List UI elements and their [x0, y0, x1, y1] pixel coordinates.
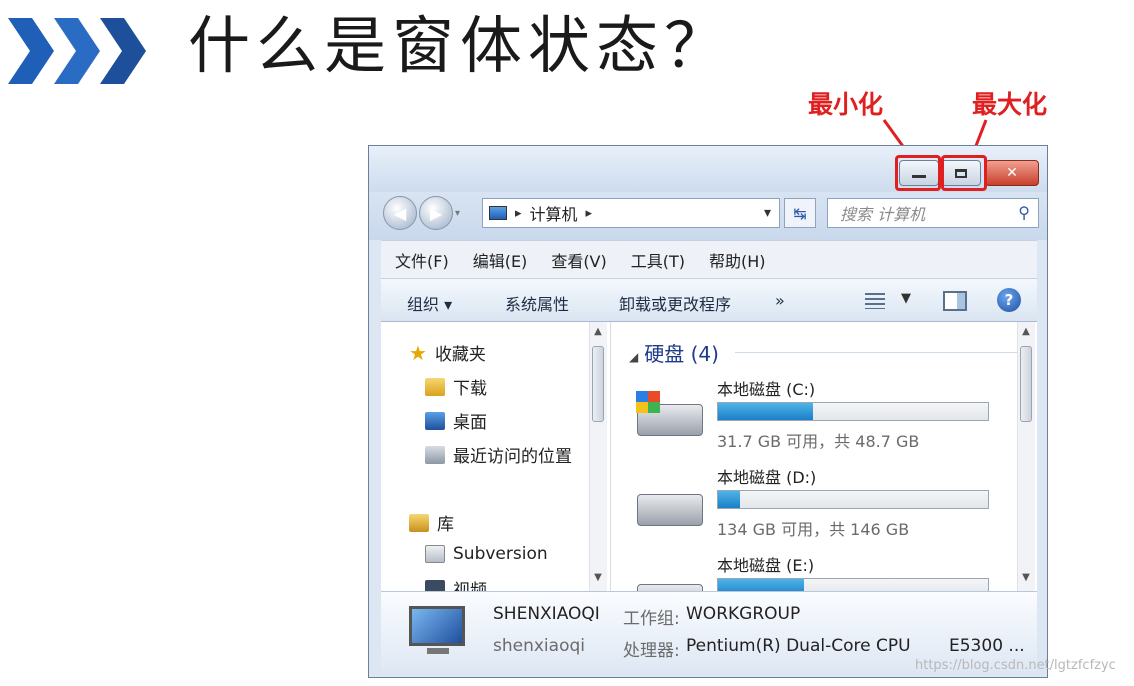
- scroll-up-icon[interactable]: ▲: [590, 326, 606, 337]
- drive-space-info: 31.7 GB 可用，共 48.7 GB: [717, 432, 920, 451]
- slide-title: 什么是窗体状态？: [188, 9, 733, 82]
- forward-button[interactable]: ▶: [419, 196, 453, 230]
- drive-usage-bar: [717, 578, 989, 591]
- uninstall-program-button[interactable]: 卸载或更改程序: [619, 291, 731, 315]
- computer-name: SHENXIAOQI: [493, 604, 600, 624]
- minimize-annotation: 最小化: [808, 90, 884, 119]
- drive-name: 本地磁盘 (C:): [717, 380, 816, 399]
- drive-usage-fill: [718, 579, 805, 591]
- drive-usage-bar: [717, 490, 989, 509]
- windows-logo-icon: [636, 391, 660, 413]
- refresh-button[interactable]: ↹: [784, 198, 816, 228]
- nav-item-subversion[interactable]: Subversion: [425, 544, 548, 564]
- search-input[interactable]: 搜索 计算机: [840, 201, 925, 225]
- more-commands-button[interactable]: »: [775, 291, 785, 310]
- monitor-stand-icon: [427, 648, 449, 654]
- processor-model: E5300 ...: [949, 636, 1025, 656]
- help-icon[interactable]: ?: [997, 288, 1021, 312]
- drive-space-info: 134 GB 可用，共 146 GB: [717, 520, 910, 539]
- drive-usage-fill: [718, 403, 813, 420]
- workgroup-value: WORKGROUP: [686, 604, 801, 624]
- nav-label: 下载: [453, 379, 487, 399]
- nav-item-videos[interactable]: 视频: [425, 576, 487, 591]
- address-bar[interactable]: ▸ 计算机 ▸ ▾: [482, 198, 780, 228]
- videos-icon: [425, 579, 445, 591]
- back-button[interactable]: ◀: [383, 196, 417, 230]
- drive-name: 本地磁盘 (E:): [717, 556, 815, 575]
- forward-arrow-icon: ▶: [429, 203, 443, 223]
- nav-label: Subversion: [453, 544, 548, 564]
- search-icon: ⚲: [1018, 203, 1030, 222]
- search-box[interactable]: 搜索 计算机 ⚲: [827, 198, 1039, 228]
- menu-edit[interactable]: 编辑(E): [473, 248, 528, 272]
- nav-item-downloads[interactable]: 下载: [425, 374, 487, 399]
- preview-pane-icon[interactable]: [943, 291, 967, 311]
- nav-label: 桌面: [453, 413, 487, 433]
- breadcrumb-computer[interactable]: 计算机: [530, 201, 578, 225]
- drive-c-icon: [636, 391, 703, 436]
- library-icon: [409, 513, 429, 532]
- menu-file[interactable]: 文件(F): [395, 248, 449, 272]
- computer-monitor-icon: [409, 606, 465, 646]
- nav-item-favorites[interactable]: ★ 收藏夹: [409, 340, 486, 366]
- close-icon: ✕: [1006, 165, 1018, 181]
- nav-label: 库: [437, 515, 454, 535]
- nav-label: 最近访问的位置: [453, 447, 572, 467]
- content-scroll-thumb[interactable]: [1020, 346, 1032, 422]
- group-header-hard-disks[interactable]: ◢ 硬盘 (4): [629, 338, 719, 367]
- drive-d-icon: [637, 494, 703, 526]
- minimize-highlight: [895, 155, 941, 191]
- organize-button[interactable]: 组织 ▾: [407, 291, 452, 315]
- downloads-folder-icon: [425, 377, 445, 396]
- drive-usage-fill: [718, 491, 740, 508]
- nav-item-libraries[interactable]: 库: [409, 510, 454, 535]
- menu-bar: 文件(F) 编辑(E) 查看(V) 工具(T) 帮助(H): [381, 240, 1037, 278]
- system-properties-button[interactable]: 系统属性: [505, 291, 569, 315]
- breadcrumb-separator-icon[interactable]: ▸: [515, 206, 522, 221]
- maximize-annotation: 最大化: [972, 90, 1048, 119]
- scroll-down-icon[interactable]: ▼: [590, 572, 606, 583]
- drive-e-icon: [637, 584, 703, 591]
- view-options-icon[interactable]: [865, 293, 885, 309]
- drive-usage-bar: [717, 402, 989, 421]
- nav-item-desktop[interactable]: 桌面: [425, 408, 487, 433]
- drive-name: 本地磁盘 (D:): [717, 468, 817, 487]
- collapse-triangle-icon: ◢: [629, 350, 639, 364]
- nav-label: 视频: [453, 581, 487, 591]
- subversion-icon: [425, 545, 445, 563]
- star-icon: ★: [409, 340, 427, 365]
- nav-item-recent[interactable]: 最近访问的位置: [425, 442, 572, 467]
- recent-pages-chevron-icon[interactable]: ▾: [455, 208, 460, 219]
- menu-view[interactable]: 查看(V): [551, 248, 606, 272]
- breadcrumb-separator-icon[interactable]: ▸: [586, 206, 593, 221]
- command-bar: 组织 ▾ 系统属性 卸载或更改程序 » ▼ ?: [381, 278, 1037, 322]
- menu-help[interactable]: 帮助(H): [709, 248, 766, 272]
- explorer-window: ✕ ◀ ▶ ▾ ▸ 计算机 ▸ ▾ ↹ 搜索 计算机 ⚲ 文件(F) 编辑(E)…: [368, 145, 1048, 678]
- back-arrow-icon: ◀: [393, 203, 407, 223]
- group-divider: [735, 352, 1017, 353]
- scroll-up-icon[interactable]: ▲: [1018, 326, 1034, 337]
- address-dropdown-icon[interactable]: ▾: [764, 205, 771, 221]
- navigation-pane: ★ 收藏夹 下载 桌面 最近访问的位置 库 Subversion 视频 ▲ ▼: [381, 322, 611, 591]
- desktop-icon: [425, 411, 445, 430]
- processor-label: 处理器:: [623, 641, 680, 661]
- workgroup-label: 工作组:: [623, 609, 680, 629]
- refresh-icon: ↹: [793, 203, 807, 223]
- nav-scrollbar[interactable]: ▲ ▼: [589, 322, 607, 591]
- scroll-down-icon[interactable]: ▼: [1018, 572, 1034, 583]
- nav-scroll-thumb[interactable]: [592, 346, 604, 422]
- maximize-highlight: [941, 155, 987, 191]
- nav-label: 收藏夹: [434, 345, 486, 365]
- processor-value: Pentium(R) Dual-Core CPU: [686, 636, 911, 656]
- user-name: shenxiaoqi: [493, 636, 585, 656]
- close-button[interactable]: ✕: [985, 160, 1039, 186]
- menu-tools[interactable]: 工具(T): [631, 248, 685, 272]
- watermark-url: https://blog.csdn.net/lgtzfcfzyc: [915, 658, 1116, 673]
- computer-icon: [489, 206, 507, 220]
- content-pane: ◢ 硬盘 (4) 本地磁盘 (C:) 31.7 GB 可用，共 48.7 GB 本…: [611, 322, 1037, 591]
- recent-places-icon: [425, 445, 445, 464]
- content-scrollbar[interactable]: ▲ ▼: [1017, 322, 1035, 591]
- view-options-chevron-icon[interactable]: ▼: [901, 291, 911, 306]
